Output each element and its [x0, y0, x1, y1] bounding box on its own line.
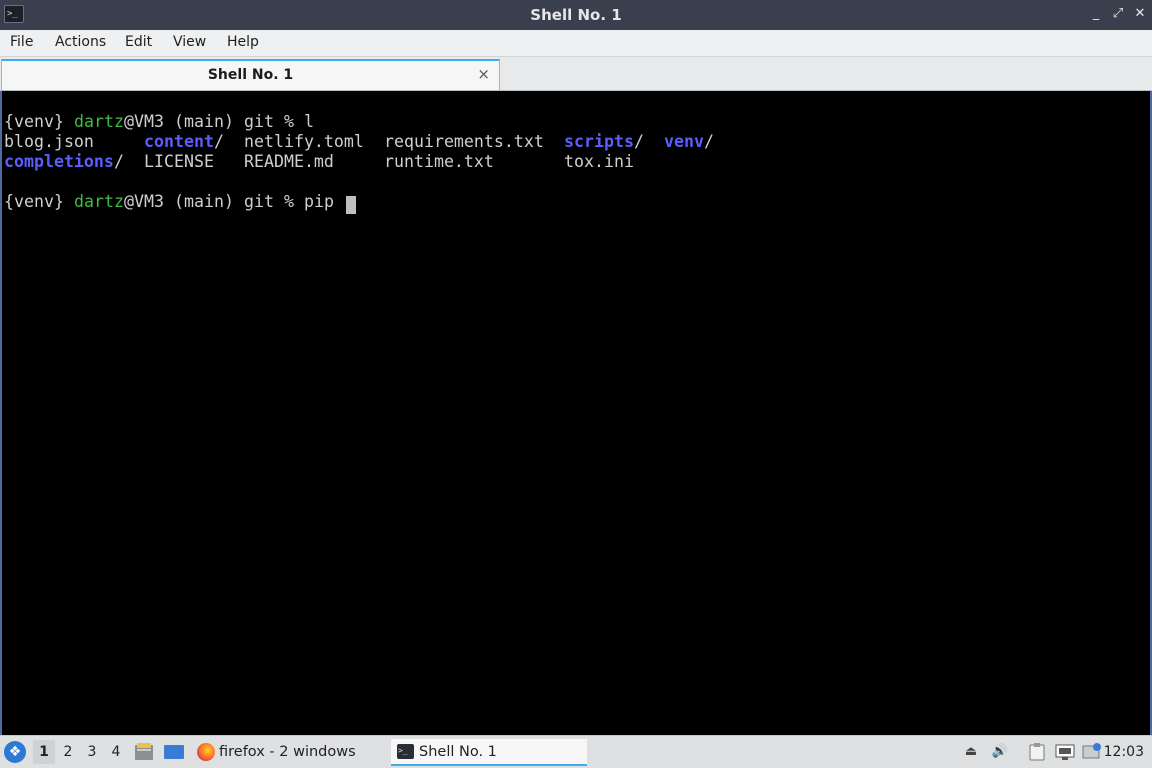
- venv-indicator: {venv}: [4, 112, 64, 131]
- taskbar: ❖ 1 2 3 4 firefox - 2 windows >_ Shell N…: [0, 735, 1152, 768]
- prompt-sigil: %: [284, 192, 294, 211]
- directory-slash: /: [704, 132, 714, 151]
- firefox-icon: [197, 743, 215, 761]
- clipboard-icon[interactable]: [1028, 743, 1046, 761]
- terminal-area[interactable]: {venv} dartz @VM3 (main) git % l blog.js…: [0, 91, 1152, 735]
- workspace-4[interactable]: 4: [105, 740, 127, 764]
- prompt-host: @VM3: [124, 112, 164, 131]
- prompt-line: {venv} dartz @VM3 (main) git % l: [4, 112, 314, 132]
- file-entry: tox.ini: [564, 152, 634, 171]
- venv-indicator: {venv}: [4, 192, 64, 211]
- directory-slash: /: [114, 152, 124, 171]
- prompt-branch: (main): [174, 112, 234, 131]
- file-entry: LICENSE: [144, 152, 214, 171]
- workspace-3[interactable]: 3: [81, 740, 103, 764]
- workspace-2[interactable]: 2: [57, 740, 79, 764]
- menu-view[interactable]: View: [173, 34, 206, 50]
- window-title: Shell No. 1: [530, 6, 622, 24]
- start-menu-icon[interactable]: ❖: [4, 741, 26, 763]
- listing-row: blog.json content / netlify.toml require…: [4, 132, 714, 152]
- directory-entry: venv: [664, 132, 704, 151]
- directory-slash: /: [634, 132, 644, 151]
- close-icon[interactable]: ✕: [1131, 5, 1149, 23]
- restore-icon[interactable]: ⤢: [1109, 5, 1127, 23]
- menu-actions[interactable]: Actions: [55, 34, 106, 50]
- window-titlebar[interactable]: >_ Shell No. 1 _ ⤢ ✕: [0, 0, 1152, 30]
- directory-entry: completions: [4, 152, 114, 171]
- directory-slash: /: [214, 132, 224, 151]
- tab-shell-1[interactable]: Shell No. 1 ×: [1, 59, 500, 90]
- directory-entry: content: [144, 132, 214, 151]
- menu-bar: File Actions Edit View Help: [0, 30, 1152, 57]
- file-entry: requirements.txt: [384, 132, 544, 151]
- task-label: firefox - 2 windows: [219, 744, 356, 760]
- prompt-dir: git: [244, 192, 274, 211]
- task-firefox[interactable]: firefox - 2 windows: [195, 739, 375, 766]
- file-entry: README.md: [244, 152, 334, 171]
- eject-icon[interactable]: ⏏: [962, 743, 980, 761]
- prompt-user: dartz: [74, 192, 124, 211]
- file-manager-icon[interactable]: [134, 743, 154, 761]
- network-icon[interactable]: [1055, 743, 1075, 761]
- file-entry: netlify.toml: [244, 132, 364, 151]
- prompt-user: dartz: [74, 112, 124, 131]
- menu-help[interactable]: Help: [227, 34, 259, 50]
- menu-edit[interactable]: Edit: [125, 34, 152, 50]
- notification-icon[interactable]: [1082, 743, 1101, 761]
- prompt-line: {venv} dartz @VM3 (main) git % pip: [4, 192, 404, 214]
- file-entry: blog.json: [4, 132, 94, 151]
- workspace-1[interactable]: 1: [33, 740, 55, 764]
- task-label: Shell No. 1: [419, 744, 497, 760]
- prompt-dir: git: [244, 112, 274, 131]
- listing-row: completions / LICENSE README.md runtime.…: [4, 152, 634, 172]
- text-cursor: [346, 196, 356, 214]
- prompt-host: @VM3: [124, 192, 164, 211]
- command-text: l: [304, 112, 314, 131]
- directory-entry: scripts: [564, 132, 634, 151]
- task-shell[interactable]: >_ Shell No. 1: [391, 739, 587, 766]
- menu-file[interactable]: File: [10, 34, 33, 50]
- terminal-icon: >_: [397, 744, 414, 759]
- tab-close-icon[interactable]: ×: [477, 65, 490, 83]
- desktop-icon[interactable]: [163, 743, 184, 761]
- tab-label: Shell No. 1: [207, 67, 294, 83]
- file-entry: runtime.txt: [384, 152, 494, 171]
- minimize-icon[interactable]: _: [1087, 5, 1105, 23]
- prompt-branch: (main): [174, 192, 234, 211]
- volume-icon[interactable]: 🔊: [991, 743, 1009, 761]
- clock[interactable]: 12:03: [1104, 736, 1144, 768]
- prompt-sigil: %: [284, 112, 294, 131]
- command-input[interactable]: pip: [304, 192, 334, 212]
- tab-bar: Shell No. 1 ×: [0, 57, 1152, 91]
